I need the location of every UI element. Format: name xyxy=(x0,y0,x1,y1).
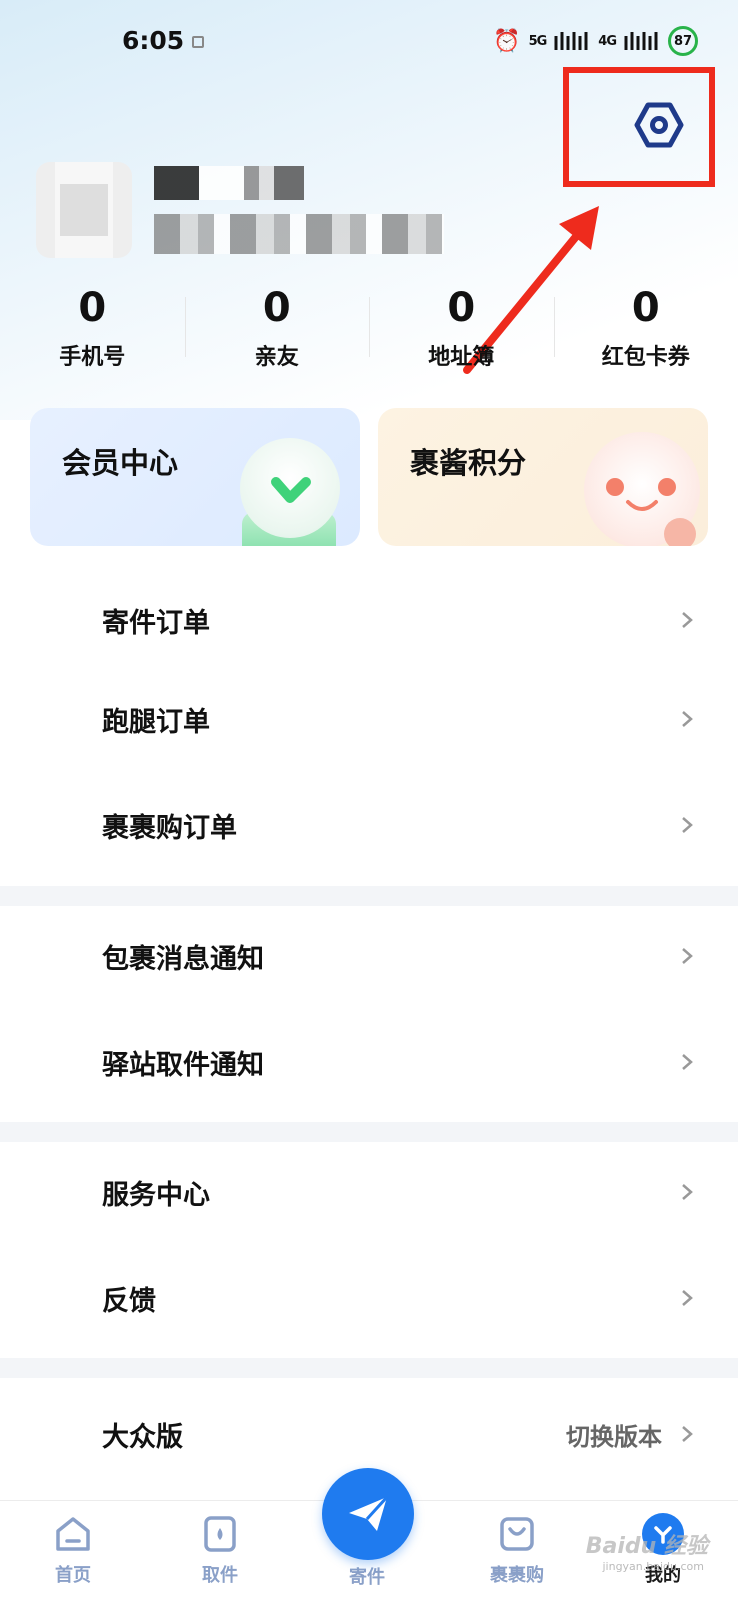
stat-label: 红包卡券 xyxy=(601,345,690,370)
eye xyxy=(606,478,624,496)
menu-label: 服务中心 xyxy=(102,1179,210,1211)
pickup-icon xyxy=(204,1516,236,1552)
signal-icon xyxy=(624,32,658,50)
battery-icon: 87 xyxy=(668,26,698,56)
menu-label: 裹裹购订单 xyxy=(102,812,237,844)
avatar[interactable] xyxy=(36,162,132,258)
decorative-dot xyxy=(664,518,696,546)
tab-send[interactable]: 寄件 xyxy=(322,1557,412,1589)
menu-item-service-center[interactable]: 服务中心 xyxy=(0,1142,738,1242)
status-time: 6:05 xyxy=(122,26,185,55)
member-center-card[interactable]: 会员中心 xyxy=(30,408,360,546)
menu-label: 寄件订单 xyxy=(102,607,210,639)
user-id-blurred xyxy=(154,214,444,254)
menu-item-shop-orders[interactable]: 裹裹购订单 xyxy=(0,775,738,875)
chevron-right-icon xyxy=(682,1426,693,1442)
section-divider xyxy=(0,1358,738,1378)
stats-row: 0 手机号 0 亲友 0 地址簿 0 红包卡券 xyxy=(0,285,738,375)
menu-label: 跑腿订单 xyxy=(102,706,210,738)
stat-value: 0 xyxy=(262,285,291,331)
chevron-right-icon xyxy=(682,1184,693,1200)
stat-label: 地址簿 xyxy=(428,345,495,370)
stat-value: 0 xyxy=(78,285,107,331)
points-card[interactable]: 裹酱积分 xyxy=(378,408,708,546)
chevron-right-icon xyxy=(682,1290,693,1306)
menu-label: 驿站取件通知 xyxy=(102,1049,264,1081)
card-title: 裹酱积分 xyxy=(410,446,527,480)
stat-value: 0 xyxy=(447,285,476,331)
chevron-right-icon xyxy=(682,817,693,833)
menu-item-feedback[interactable]: 反馈 xyxy=(0,1248,738,1348)
menu-label: 反馈 xyxy=(102,1285,156,1317)
chevron-right-icon xyxy=(682,711,693,727)
sim-icon xyxy=(192,36,204,48)
stat-label: 亲友 xyxy=(254,345,299,370)
tab-shop[interactable]: 裹裹购 xyxy=(472,1513,562,1587)
tab-label: 首页 xyxy=(55,1565,91,1586)
shop-bag-icon xyxy=(500,1517,534,1551)
menu-item-station-notifications[interactable]: 驿站取件通知 xyxy=(0,1012,738,1112)
smile-mouth xyxy=(626,500,658,511)
switch-version-link[interactable]: 切换版本 xyxy=(566,1417,662,1452)
section-divider xyxy=(0,886,738,906)
check-icon xyxy=(271,477,311,503)
highlight-box xyxy=(563,67,715,187)
send-button[interactable] xyxy=(322,1468,414,1560)
menu-item-package-notifications[interactable]: 包裹消息通知 xyxy=(0,906,738,1006)
chevron-right-icon xyxy=(682,612,693,628)
tab-label: 取件 xyxy=(202,1565,238,1586)
signal-icon xyxy=(554,32,588,50)
tab-pickup[interactable]: 取件 xyxy=(175,1513,265,1587)
signal-4g-label: 4G xyxy=(598,33,617,49)
home-icon xyxy=(56,1517,90,1551)
tab-label: 裹裹购 xyxy=(490,1565,544,1586)
watermark-url: jingyan.baidu.com xyxy=(602,1560,704,1573)
send-icon xyxy=(349,1495,389,1531)
status-icons: ⏰ 5G 4G 87 xyxy=(493,26,698,56)
watermark: Baidu 经验 xyxy=(585,1534,708,1559)
chevron-right-icon xyxy=(682,1054,693,1070)
signal-5g-label: 5G xyxy=(528,33,548,49)
stat-address-book[interactable]: 0 地址簿 xyxy=(369,285,554,375)
tab-home[interactable]: 首页 xyxy=(28,1513,118,1587)
stat-coupons[interactable]: 0 红包卡券 xyxy=(553,285,738,375)
avatar-image xyxy=(60,184,108,236)
user-name-blurred xyxy=(154,166,304,200)
card-title: 会员中心 xyxy=(62,446,179,480)
stat-friends[interactable]: 0 亲友 xyxy=(184,285,370,375)
menu-item-errand-orders[interactable]: 跑腿订单 xyxy=(0,669,738,769)
menu-item-send-orders[interactable]: 寄件订单 xyxy=(0,570,738,670)
stat-value: 0 xyxy=(631,285,660,331)
eye xyxy=(658,478,676,496)
version-label: 大众版 xyxy=(102,1421,183,1453)
stat-phone[interactable]: 0 手机号 xyxy=(0,285,185,375)
alarm-icon: ⏰ xyxy=(493,28,521,54)
member-badge-icon xyxy=(240,438,340,538)
stat-label: 手机号 xyxy=(59,345,126,370)
menu-label: 包裹消息通知 xyxy=(102,943,264,975)
section-divider xyxy=(0,1122,738,1142)
chevron-right-icon xyxy=(682,948,693,964)
tab-label: 寄件 xyxy=(349,1567,385,1588)
